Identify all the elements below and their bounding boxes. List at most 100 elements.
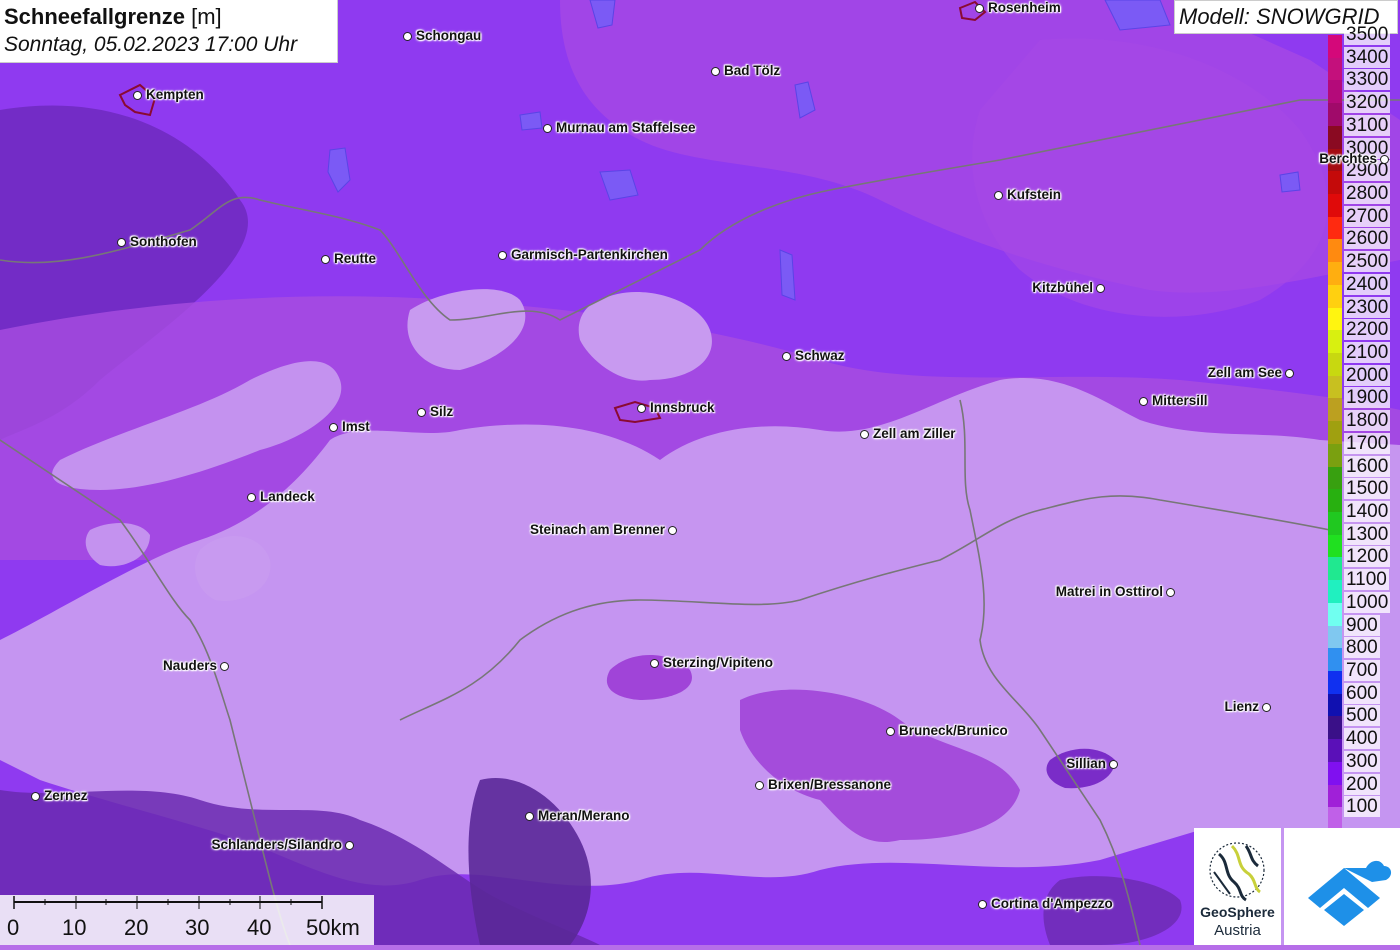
legend-label: 2400 <box>1344 273 1391 295</box>
legend-entry: 2700 <box>1328 205 1400 240</box>
city-label: Kempten <box>146 87 204 102</box>
city-dot-icon <box>1139 397 1148 406</box>
city-label: Brixen/Bressanone <box>768 777 892 792</box>
city-dot-icon <box>1096 284 1105 293</box>
city-label: Mittersill <box>1152 393 1208 408</box>
city-label: Reutte <box>334 251 377 266</box>
city-label: Murnau am Staffelsee <box>556 120 696 135</box>
legend-label: 2300 <box>1344 296 1391 318</box>
city-label: Zell am Ziller <box>873 426 956 441</box>
legend-label: 1300 <box>1344 523 1391 545</box>
weather-app-logo[interactable] <box>1284 828 1400 945</box>
legend-label: 3100 <box>1344 114 1391 136</box>
scale-tick-20: 20 <box>124 915 149 940</box>
city-label: Lienz <box>1224 699 1259 714</box>
legend-entry: 1700 <box>1328 432 1400 467</box>
legend-entry: 3200 <box>1328 91 1400 126</box>
legend-entry: 100 <box>1328 795 1400 830</box>
legend-label: 1900 <box>1344 387 1391 409</box>
city-label: Cortina d'Ampezzo <box>991 896 1113 911</box>
geosphere-austria-logo[interactable]: GeoSphere Austria <box>1194 828 1281 945</box>
city-dot-icon <box>117 238 126 247</box>
legend-label: 1100 <box>1344 569 1389 591</box>
legend-entry: 600 <box>1328 682 1400 717</box>
snowfall-line-map[interactable] <box>0 0 1400 945</box>
legend-label: 500 <box>1344 705 1380 727</box>
legend-label: 600 <box>1344 682 1380 704</box>
city-dot-icon <box>321 255 330 264</box>
legend-label: 1800 <box>1344 410 1391 432</box>
city-dot-icon <box>133 91 142 100</box>
legend-entry: 1900 <box>1328 386 1400 422</box>
city-dot-icon <box>220 662 229 671</box>
city-label: Steinach am Brenner <box>529 522 665 537</box>
geosphere-name: GeoSphere <box>1200 904 1275 920</box>
legend-label: 2500 <box>1344 251 1391 273</box>
city-dot-icon <box>345 841 354 850</box>
city-dot-icon <box>417 408 426 417</box>
city-label: Kitzbühel <box>1032 280 1093 295</box>
legend-entry: 3100 <box>1328 114 1400 149</box>
legend-label: 2700 <box>1344 205 1391 227</box>
scale-bar: 0 10 20 30 40 50km <box>0 895 374 945</box>
city-dot-icon <box>978 900 987 909</box>
city-dot-icon <box>860 430 869 439</box>
legend-label: 1500 <box>1344 478 1391 500</box>
legend-swatch <box>1328 807 1342 830</box>
legend-label: 3500 <box>1344 24 1391 45</box>
city-dot-icon <box>247 493 256 502</box>
city-label: Bruneck/Brunico <box>899 723 1008 738</box>
city-dot-icon <box>543 124 552 133</box>
legend-label: 3300 <box>1344 69 1391 91</box>
legend-entry: 400 <box>1328 727 1400 762</box>
legend-entry: 2000 <box>1328 364 1400 399</box>
city-dot-icon <box>886 727 895 736</box>
legend-label: 1000 <box>1344 591 1391 613</box>
city-dot-icon <box>975 4 984 13</box>
city-label: Silz <box>430 404 454 419</box>
scale-tick-0: 0 <box>7 915 20 940</box>
legend-entry: 1800 <box>1328 409 1400 444</box>
city-label: Matrei in Osttirol <box>1055 584 1163 599</box>
legend-label: 2100 <box>1344 342 1391 363</box>
legend-entry: 3500 <box>1328 23 1400 58</box>
legend-entry: 1100 <box>1328 568 1400 603</box>
city-dot-icon <box>711 67 720 76</box>
city-dot-icon <box>994 191 1003 200</box>
legend-entry: 2500 <box>1328 250 1400 285</box>
legend-entry: 800 <box>1328 636 1400 671</box>
city-dot-icon <box>650 659 659 668</box>
legend-entry: 1200 <box>1328 545 1400 581</box>
legend-label: 400 <box>1344 728 1380 750</box>
scale-tick-10: 10 <box>62 915 87 940</box>
legend-entry: 2300 <box>1328 296 1400 331</box>
legend-label: 100 <box>1344 796 1380 818</box>
city-label: Zell am See <box>1207 365 1282 380</box>
legend-label: 1600 <box>1344 455 1391 477</box>
legend-label: 800 <box>1344 637 1380 659</box>
legend-label: 2200 <box>1344 319 1391 341</box>
city-dot-icon <box>637 404 646 413</box>
city-dot-icon <box>1109 760 1118 769</box>
city-label: Zernez <box>44 788 88 803</box>
legend-entry: 2800 <box>1328 182 1400 217</box>
legend-label: 700 <box>1344 660 1380 681</box>
city-label: Sterzing/Vipiteno <box>663 655 774 670</box>
city-label: Landeck <box>260 489 315 504</box>
legend-label: 2600 <box>1344 228 1391 250</box>
legend-label: 2800 <box>1344 183 1391 204</box>
city-dot-icon <box>1380 155 1389 164</box>
legend-entry: 2600 <box>1328 227 1400 263</box>
legend-entry: 1000 <box>1328 591 1400 626</box>
city-dot-icon <box>782 352 791 361</box>
geosphere-country: Austria <box>1214 922 1261 939</box>
legend-entry: 200 <box>1328 773 1400 808</box>
legend-entry: 2400 <box>1328 273 1400 308</box>
city-dot-icon <box>403 32 412 41</box>
legend-entry: 700 <box>1328 659 1400 694</box>
city-dot-icon <box>329 423 338 432</box>
legend-entry: 1400 <box>1328 500 1400 535</box>
city-label: Berchtes <box>1319 151 1377 166</box>
legend-label: 1200 <box>1344 546 1391 568</box>
city-label: Sonthofen <box>130 234 197 249</box>
